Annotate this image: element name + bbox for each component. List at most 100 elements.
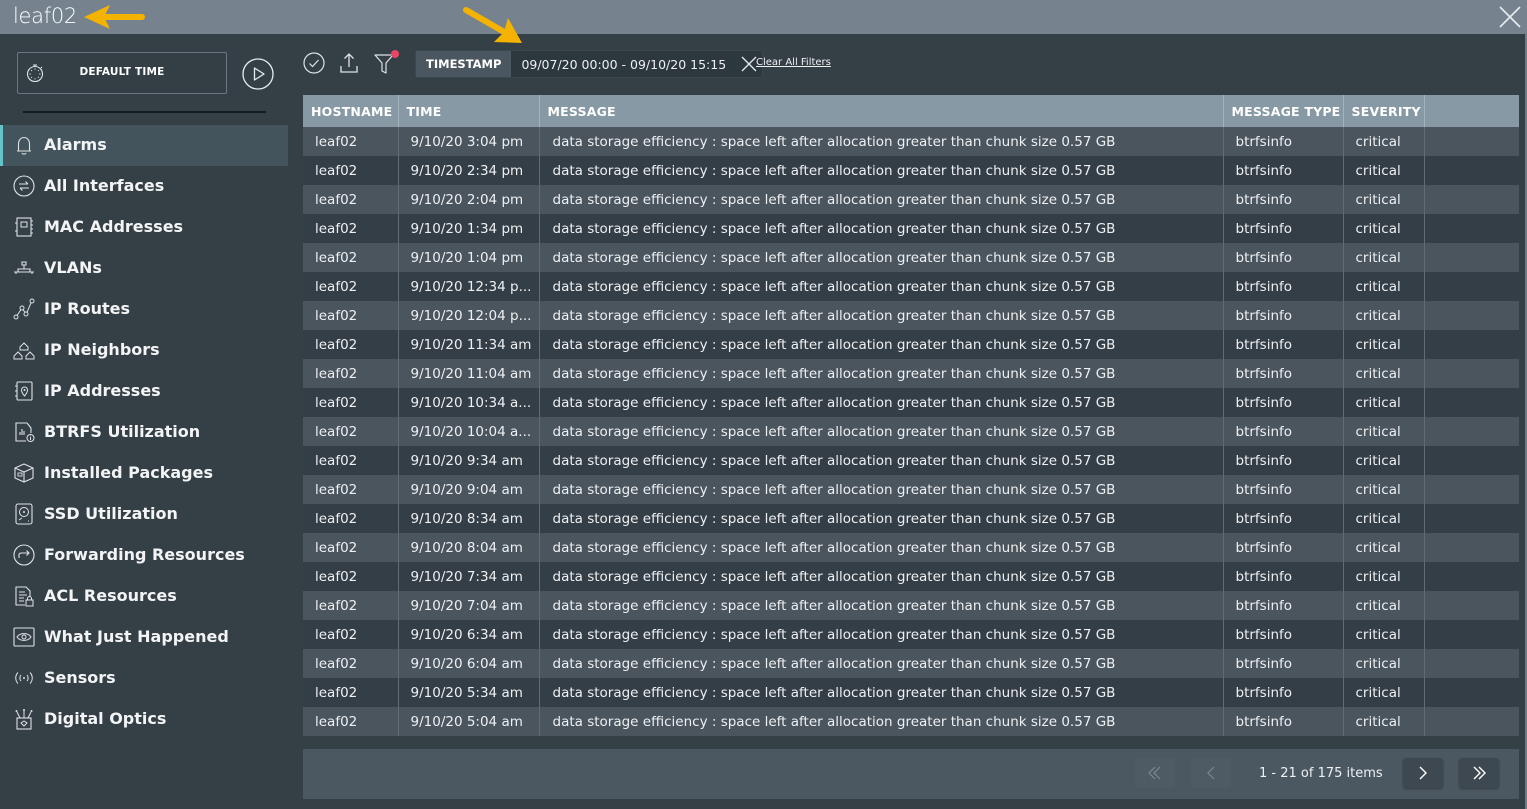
last-page-button[interactable] [1459, 758, 1499, 788]
cell-severity: critical [1343, 446, 1425, 475]
table-row[interactable]: leaf02 9/10/20 6:04 am data storage effici… [303, 649, 1519, 678]
cell-time: 9/10/20 2:34 pm [398, 156, 540, 185]
table-row[interactable]: leaf02 9/10/20 11:34 am data storage effic… [303, 330, 1519, 359]
sidebar-item-all-interfaces[interactable]: All Interfaces [0, 166, 288, 207]
cell-time: 9/10/20 10:34 a... [398, 388, 540, 417]
table-row[interactable]: leaf02 9/10/20 5:04 am data storage effici… [303, 707, 1519, 736]
cell-message: data storage efficiency : space left aft… [539, 504, 1224, 533]
table-row[interactable]: leaf02 9/10/20 2:34 pm data storage effici… [303, 156, 1519, 185]
cell-spacer [1424, 301, 1519, 330]
cell-spacer [1424, 446, 1519, 475]
table-row[interactable]: leaf02 9/10/20 12:04 p... data storage eff… [303, 301, 1519, 330]
cell-hostname: leaf02 [303, 475, 399, 504]
default-time-button[interactable]: DEFAULT TIME [17, 52, 227, 94]
column-header-severity[interactable]: SEVERITY [1343, 95, 1425, 127]
sidebar-item-label: All Interfaces [44, 176, 165, 195]
table-row[interactable]: leaf02 9/10/20 10:34 a... data storage eff… [303, 388, 1519, 417]
timestamp-filter-chip[interactable]: TIMESTAMP 09/07/20 00:00 - 09/10/20 15:1… [415, 50, 764, 78]
sidebar-item-btrfs-utilization[interactable]: BTRFS Utilization [0, 412, 288, 453]
sidebar-item-vlans[interactable]: VLANs [0, 248, 288, 289]
column-header-time[interactable]: TIME [398, 95, 540, 127]
sidebar-item-label: Forwarding Resources [44, 545, 245, 564]
cell-severity: critical [1343, 417, 1425, 446]
sidebar-item-ip-addresses[interactable]: IP Addresses [0, 371, 288, 412]
check-circle-icon[interactable] [302, 51, 326, 75]
sensor-icon [15, 672, 33, 684]
cell-message-type: btrfsinfo [1223, 678, 1344, 707]
first-page-button[interactable] [1135, 758, 1175, 788]
cell-severity: critical [1343, 214, 1425, 243]
cell-message-type: btrfsinfo [1223, 591, 1344, 620]
table-row[interactable]: leaf02 9/10/20 1:34 pm data storage effici… [303, 214, 1519, 243]
sidebar-item-label: ACL Resources [44, 586, 177, 605]
cell-spacer [1424, 243, 1519, 272]
table-row[interactable]: leaf02 9/10/20 5:34 am data storage effici… [303, 678, 1519, 707]
play-icon[interactable] [242, 58, 274, 90]
table-row[interactable]: leaf02 9/10/20 1:04 pm data storage effici… [303, 243, 1519, 272]
export-icon[interactable] [337, 51, 361, 75]
sidebar-item-label: IP Neighbors [44, 340, 160, 359]
sidebar-item-ssd-utilization[interactable]: SSD Utilization [0, 494, 288, 535]
sidebar-item-sensors[interactable]: Sensors [0, 658, 288, 699]
cell-severity: critical [1343, 359, 1425, 388]
sidebar-item-digital-optics[interactable]: Digital Optics [0, 699, 288, 740]
alarms-table: HOSTNAME TIME MESSAGE MESSAGE TYPE SEVER… [303, 95, 1519, 736]
next-page-button[interactable] [1403, 758, 1443, 788]
prev-page-button[interactable] [1191, 758, 1231, 788]
cell-severity: critical [1343, 243, 1425, 272]
column-header-hostname[interactable]: HOSTNAME [303, 95, 399, 127]
cell-time: 9/10/20 8:34 am [398, 504, 540, 533]
cell-time: 9/10/20 6:34 am [398, 620, 540, 649]
cell-message-type: btrfsinfo [1223, 446, 1344, 475]
cell-message-type: btrfsinfo [1223, 504, 1344, 533]
cell-message-type: btrfsinfo [1223, 649, 1344, 678]
column-header-message-type[interactable]: MESSAGE TYPE [1223, 95, 1344, 127]
table-header-row: HOSTNAME TIME MESSAGE MESSAGE TYPE SEVER… [303, 95, 1519, 127]
location-book-icon [15, 381, 33, 401]
clear-all-filters-link[interactable]: Clear All Filters [756, 57, 831, 68]
table-row[interactable]: leaf02 9/10/20 11:04 am data storage effic… [303, 359, 1519, 388]
cell-message-type: btrfsinfo [1223, 475, 1344, 504]
cell-hostname: leaf02 [303, 533, 399, 562]
table-row[interactable]: leaf02 9/10/20 7:04 am data storage effici… [303, 591, 1519, 620]
cell-spacer [1424, 649, 1519, 678]
sidebar-item-label: Alarms [44, 135, 107, 154]
cell-spacer [1424, 475, 1519, 504]
cell-message: data storage efficiency : space left aft… [539, 214, 1224, 243]
sidebar-item-installed-packages[interactable]: Installed Packages [0, 453, 288, 494]
cell-time: 9/10/20 11:34 am [398, 330, 540, 359]
cell-message-type: btrfsinfo [1223, 359, 1344, 388]
sidebar-item-alarms[interactable]: Alarms [0, 125, 288, 166]
cell-severity: critical [1343, 475, 1425, 504]
table-row[interactable]: leaf02 9/10/20 7:34 am data storage effici… [303, 562, 1519, 591]
cell-hostname: leaf02 [303, 359, 399, 388]
cell-spacer [1424, 330, 1519, 359]
sidebar-item-ip-neighbors[interactable]: IP Neighbors [0, 330, 288, 371]
cell-message-type: btrfsinfo [1223, 533, 1344, 562]
sidebar-item-ip-routes[interactable]: IP Routes [0, 289, 288, 330]
sidebar-item-label: Installed Packages [44, 463, 213, 482]
cell-time: 9/10/20 12:04 p... [398, 301, 540, 330]
table-row[interactable]: leaf02 9/10/20 9:34 am data storage effici… [303, 446, 1519, 475]
cell-message-type: btrfsinfo [1223, 243, 1344, 272]
cell-spacer [1424, 359, 1519, 388]
table-row[interactable]: leaf02 9/10/20 3:04 pm data storage effici… [303, 127, 1519, 156]
table-row[interactable]: leaf02 9/10/20 6:34 am data storage effici… [303, 620, 1519, 649]
pagination-info: 1 - 21 of 175 items [1259, 766, 1383, 781]
sidebar-item-mac-addresses[interactable]: MAC Addresses [0, 207, 288, 248]
sidebar-item-forwarding-resources[interactable]: Forwarding Resources [0, 535, 288, 576]
cell-hostname: leaf02 [303, 620, 399, 649]
column-header-message[interactable]: MESSAGE [539, 95, 1224, 127]
cell-spacer [1424, 214, 1519, 243]
table-row[interactable]: leaf02 9/10/20 2:04 pm data storage effici… [303, 185, 1519, 214]
sidebar-item-what-just-happened[interactable]: What Just Happened [0, 617, 288, 658]
table-row[interactable]: leaf02 9/10/20 8:04 am data storage effici… [303, 533, 1519, 562]
table-row[interactable]: leaf02 9/10/20 12:34 p... data storage eff… [303, 272, 1519, 301]
table-row[interactable]: leaf02 9/10/20 8:34 am data storage effici… [303, 504, 1519, 533]
chevron-left-icon [1207, 766, 1215, 780]
close-icon[interactable] [1499, 6, 1521, 28]
sidebar-item-acl-resources[interactable]: ACL Resources [0, 576, 288, 617]
table-row[interactable]: leaf02 9/10/20 10:04 a... data storage eff… [303, 417, 1519, 446]
table-row[interactable]: leaf02 9/10/20 9:04 am data storage effici… [303, 475, 1519, 504]
neighbors-icon [13, 342, 35, 360]
